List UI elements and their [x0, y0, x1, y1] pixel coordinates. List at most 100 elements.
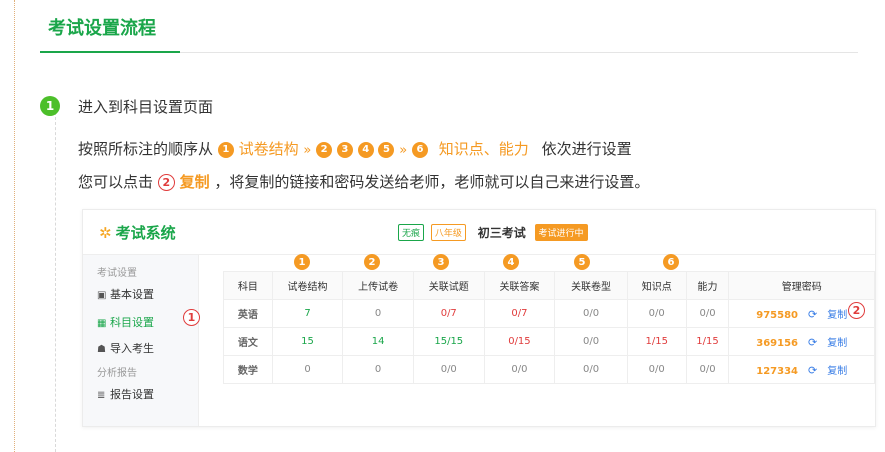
- subject-cell: 数学: [223, 355, 273, 384]
- users-icon: ☗: [97, 344, 106, 355]
- knowledge-ability-label: 知识点、能力: [438, 140, 529, 158]
- order-arrow: »: [399, 143, 408, 158]
- structure-cell[interactable]: 15: [271, 327, 344, 356]
- mock-header: ✲ 考试系统 无痕 八年级 初三考试 考试进行中: [83, 210, 875, 255]
- title-underline: [40, 51, 180, 53]
- instruction-prefix: 按照所标注的顺序从: [78, 140, 214, 158]
- sidebar-item-label: 基本设置: [110, 288, 154, 301]
- structure-cell[interactable]: 0: [271, 355, 344, 384]
- instruction-line-copy: 您可以点击 2 复制 ，将复制的链接和密码发送给老师，老师就可以自己来进行设置。: [78, 171, 649, 192]
- sidebar-item-report[interactable]: ≣ 报告设置: [97, 386, 154, 402]
- page-title: 考试设置流程: [48, 18, 156, 39]
- col-ability: 能力: [685, 271, 730, 300]
- order-badge-2: 2: [316, 141, 333, 158]
- refresh-icon[interactable]: ⟳: [808, 308, 817, 321]
- subject-cell: 英语: [223, 299, 273, 328]
- column-marker-1: 1: [294, 254, 310, 270]
- exam-structure-label: 试卷结构: [238, 140, 299, 158]
- column-marker-2: 2: [364, 254, 380, 270]
- password-value: 975580: [756, 310, 798, 321]
- subject-cell: 语文: [223, 327, 273, 356]
- sidebar-item-subject[interactable]: ▦ 科目设置: [97, 314, 154, 330]
- structure-cell[interactable]: 7: [271, 299, 344, 328]
- calendar-icon: ▦: [97, 318, 107, 329]
- subject-setting-marker: 1: [183, 309, 200, 326]
- copy-button[interactable]: 复制: [827, 310, 847, 321]
- upload-cell[interactable]: 0: [342, 355, 414, 384]
- questions-cell[interactable]: 15/15: [412, 327, 485, 356]
- order-badge-3: 3: [336, 141, 353, 158]
- order-arrow: »: [303, 143, 312, 158]
- password-cell: 369156 ⟳ 复制: [728, 327, 875, 356]
- password-value: 369156: [756, 338, 798, 349]
- sidebar-item-import[interactable]: ☗ 导入考生: [97, 340, 154, 356]
- instruction-line-order: 按照所标注的顺序从 1 试卷结构 » 2 3 4 5 » 6 知识点、能力 依次…: [78, 138, 632, 159]
- app-logo: ✲ 考试系统: [99, 222, 176, 243]
- paper-type-cell[interactable]: 0/0: [554, 355, 628, 384]
- answers-cell[interactable]: 0/7: [483, 299, 556, 328]
- password-value: 127334: [756, 366, 798, 377]
- step-number-badge: 1: [40, 96, 60, 116]
- password-cell: 127334 ⟳ 复制: [728, 355, 875, 384]
- sidebar-section-exam: 考试设置: [97, 268, 137, 279]
- upload-cell[interactable]: 0: [342, 299, 414, 328]
- table-row: 语文 15 14 15/15 0/15 0/0 1/15 1/15 369156…: [223, 327, 875, 356]
- status-badge: 考试进行中: [534, 224, 588, 241]
- instruction-prefix: 您可以点击: [78, 173, 154, 191]
- ability-cell[interactable]: 1/15: [685, 327, 730, 356]
- knowledge-cell[interactable]: 1/15: [626, 327, 687, 356]
- ability-cell[interactable]: 0/0: [685, 355, 730, 384]
- sidebar-item-label: 导入考生: [110, 342, 154, 355]
- col-paper-type: 关联卷型: [554, 271, 628, 300]
- tag-grade: 八年级: [430, 224, 466, 241]
- col-password: 管理密码: [728, 271, 875, 300]
- upload-cell[interactable]: 14: [342, 327, 414, 356]
- questions-cell[interactable]: 0/7: [412, 299, 485, 328]
- order-badge-5: 5: [378, 141, 395, 158]
- col-questions: 关联试题: [412, 271, 485, 300]
- col-answers: 关联答案: [483, 271, 556, 300]
- copy-highlight: 复制: [179, 173, 210, 191]
- title-divider: [180, 52, 858, 53]
- exam-header-info: 无痕 八年级 初三考试 考试进行中: [398, 224, 588, 241]
- sidebar-item-label: 科目设置: [110, 316, 154, 329]
- answers-cell[interactable]: 0/15: [483, 327, 556, 356]
- exam-system-mockup: ✲ 考试系统 无痕 八年级 初三考试 考试进行中 考试设置 ▣ 基本设置 ▦ 科目设置…: [82, 209, 876, 427]
- exam-name: 初三考试: [477, 226, 526, 240]
- questions-cell[interactable]: 0/0: [412, 355, 485, 384]
- ability-cell[interactable]: 0/0: [685, 299, 730, 328]
- table-header-row: 科目 试卷结构 上传试卷 关联试题 关联答案 关联卷型 知识点 能力 管理密码: [223, 271, 875, 300]
- paper-type-cell[interactable]: 0/0: [554, 299, 628, 328]
- copy-button[interactable]: 复制: [827, 366, 847, 377]
- column-marker-5: 5: [574, 254, 590, 270]
- answers-cell[interactable]: 0/0: [483, 355, 556, 384]
- sidebar: 考试设置 ▣ 基本设置 ▦ 科目设置 ☗ 导入考生 分析报告 ≣ 报告设置: [83, 255, 199, 426]
- sidebar-item-basic[interactable]: ▣ 基本设置: [97, 286, 154, 302]
- order-badge-6: 6: [412, 141, 428, 158]
- knowledge-cell[interactable]: 0/0: [626, 299, 687, 328]
- app-name: 考试系统: [115, 224, 176, 242]
- copy-button[interactable]: 复制: [827, 338, 847, 349]
- page-guide-line: [14, 0, 15, 452]
- col-structure: 试卷结构: [271, 271, 344, 300]
- instruction-suffix: ，将复制的链接和密码发送给老师，老师就可以自己来进行设置。: [214, 173, 650, 191]
- subject-table: 科目 试卷结构 上传试卷 关联试题 关联答案 关联卷型 知识点 能力 管理密码 …: [223, 271, 875, 384]
- col-subject: 科目: [223, 271, 273, 300]
- refresh-icon[interactable]: ⟳: [808, 336, 817, 349]
- paper-type-cell[interactable]: 0/0: [554, 327, 628, 356]
- tag-none: 无痕: [398, 224, 425, 241]
- column-marker-3: 3: [433, 254, 449, 270]
- column-marker-6: 6: [663, 254, 679, 270]
- column-marker-4: 4: [503, 254, 519, 270]
- order-badge-1: 1: [217, 141, 234, 158]
- sidebar-item-label: 报告设置: [110, 388, 154, 401]
- step-title: 进入到科目设置页面: [78, 98, 214, 116]
- order-badge-4: 4: [357, 141, 374, 158]
- id-card-icon: ▣: [97, 290, 107, 301]
- knowledge-cell[interactable]: 0/0: [626, 355, 687, 384]
- copy-column-marker: 2: [848, 302, 865, 319]
- col-upload: 上传试卷: [342, 271, 414, 300]
- table-row: 英语 7 0 0/7 0/7 0/0 0/0 0/0 975580 ⟳ 复制: [223, 299, 875, 328]
- refresh-icon[interactable]: ⟳: [808, 364, 817, 377]
- report-icon: ≣: [97, 390, 106, 401]
